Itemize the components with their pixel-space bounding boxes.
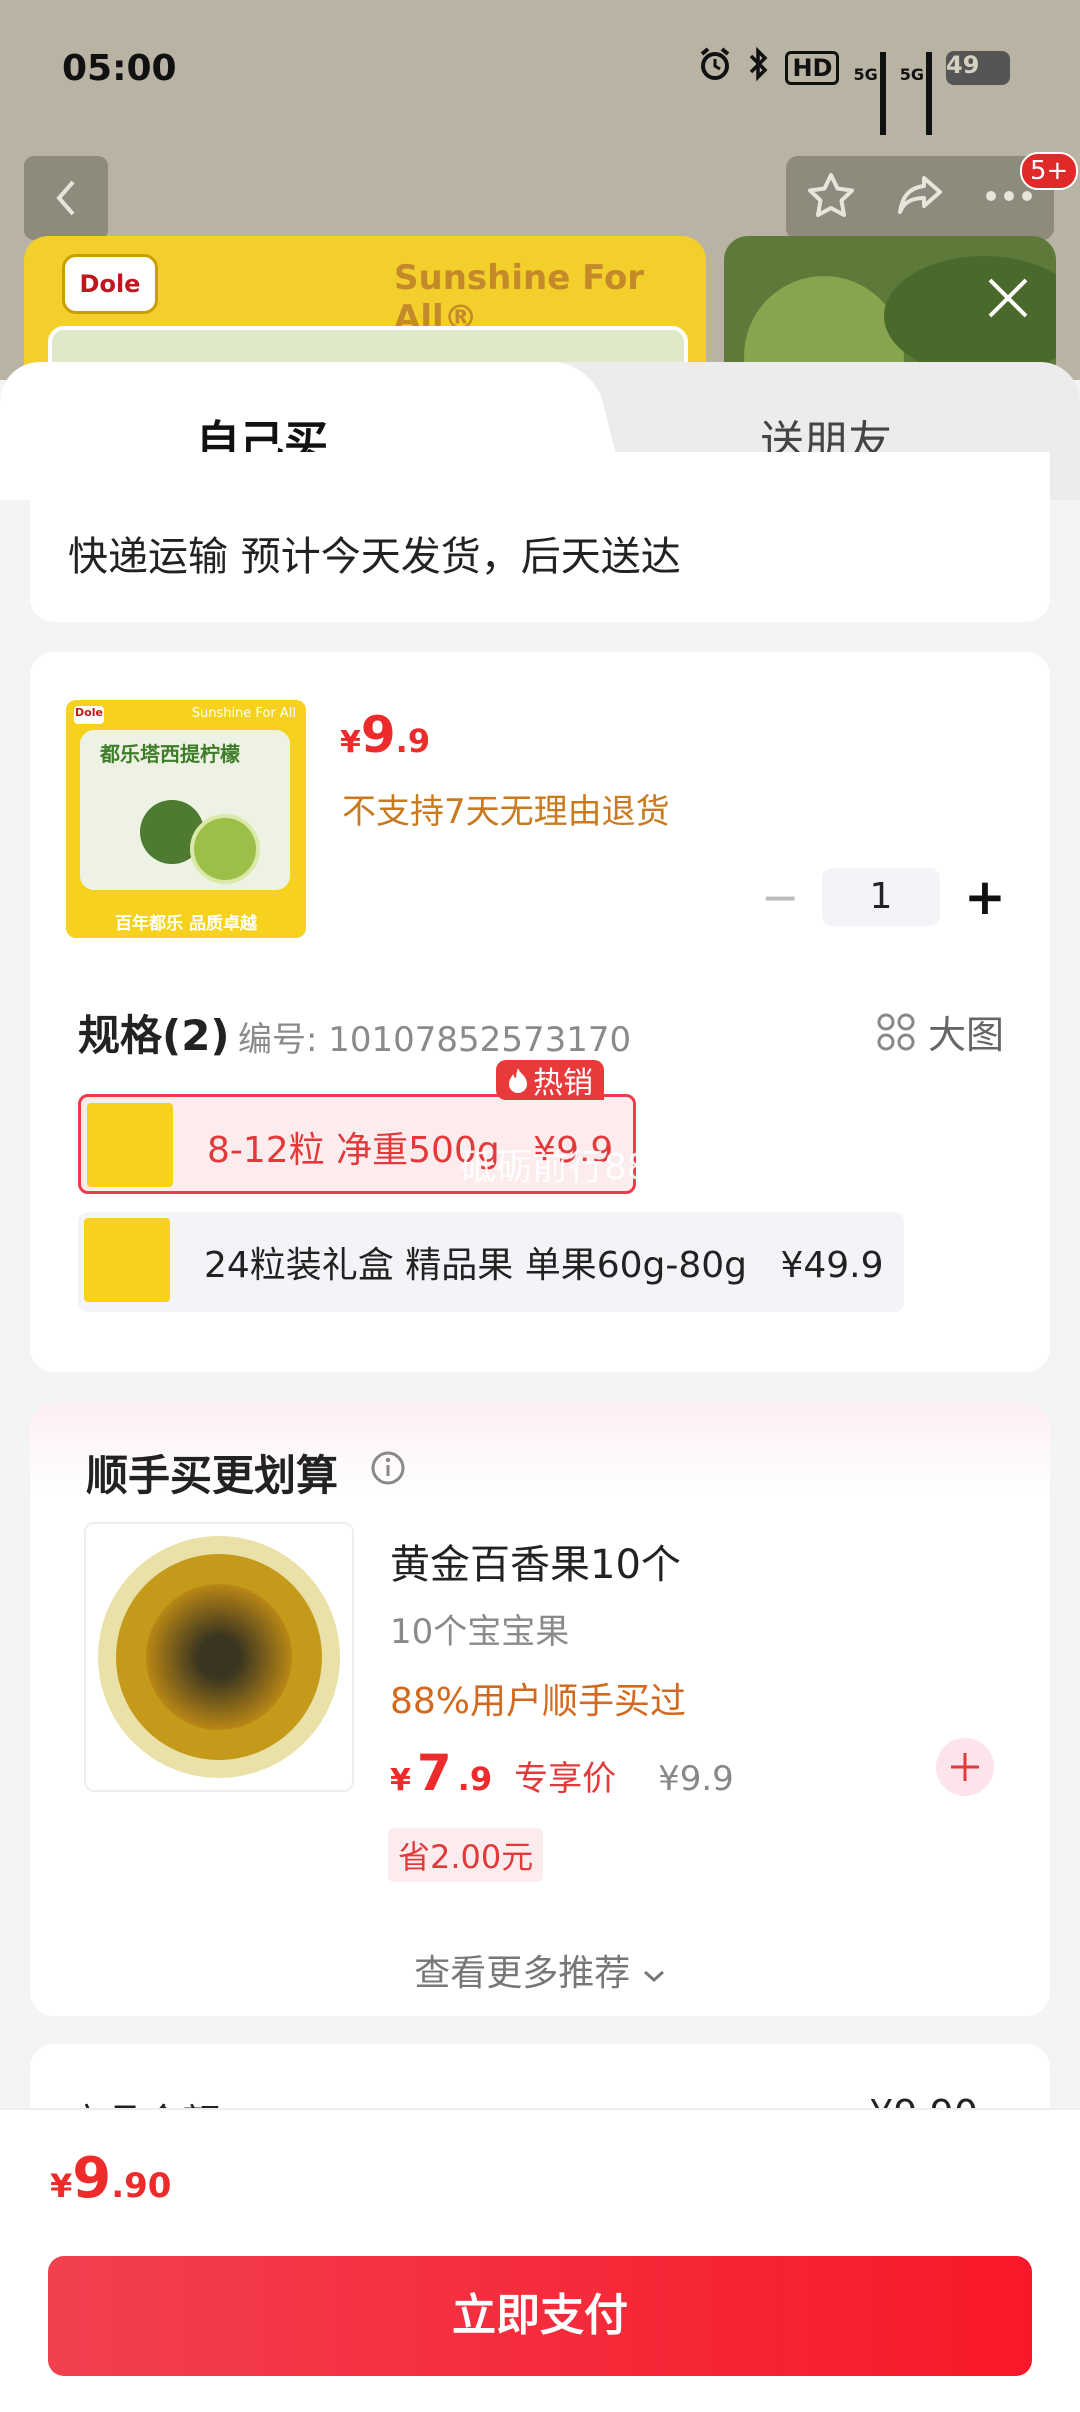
quantity-input[interactable]: 1 <box>822 868 940 926</box>
recommend-bought-text: 88%用户顺手买过 <box>390 1681 687 1722</box>
status-time: 05:00 <box>62 48 177 89</box>
background-page: 05:00 HD 5G 5G 49 5+ Dole Sunshine For A… <box>0 0 1080 380</box>
close-icon <box>988 278 1028 318</box>
return-policy: 不支持7天无理由退货 <box>342 792 670 832</box>
more-button[interactable] <box>983 186 1035 210</box>
product-banner: Dole Sunshine For All® <box>24 236 706 380</box>
spec-code: 编号: 10107852573170 <box>238 1020 632 1060</box>
option-price: ¥49.9 <box>780 1245 884 1286</box>
recommend-price: ¥ 7 .9 专享价 ¥9.9 <box>390 1744 734 1802</box>
big-image-button[interactable]: 大图 <box>876 1004 1004 1059</box>
product-card: Dole Sunshine For All 都乐塔西提柠檬 百年都乐 品质卓越 … <box>30 652 1050 1372</box>
add-recommend-button[interactable] <box>936 1738 994 1796</box>
recommend-title: 顺手买更划算 <box>86 1451 339 1500</box>
option-thumbnail <box>84 1218 170 1302</box>
bluetooth-icon <box>747 46 771 89</box>
purchase-sheet: 自己买 送朋友 快递运输 预计今天发货，后天送达 Dole Sunshine F… <box>0 362 1080 2412</box>
hot-badge: 热销 <box>496 1060 604 1101</box>
signal-icon: 5G <box>853 51 886 135</box>
plus-icon <box>951 1753 979 1781</box>
save-tag: 省2.00元 <box>388 1828 544 1882</box>
shipping-card: 快递运输 预计今天发货，后天送达 <box>30 452 1050 622</box>
shipping-text: 快递运输 预计今天发货，后天送达 <box>68 534 681 580</box>
hd-icon: HD <box>785 50 840 85</box>
brand-logo: Dole <box>62 254 158 314</box>
pay-now-button[interactable]: 立即支付 <box>48 2256 1032 2376</box>
info-icon[interactable] <box>370 1450 406 1486</box>
more-icon <box>986 191 1033 201</box>
quantity-minus-button[interactable]: − <box>760 862 800 932</box>
spec-option-2[interactable]: 24粒装礼盒 精品果 单果60g-80g ¥49.9 <box>78 1212 904 1312</box>
product-price: ¥ 9 .9 <box>340 706 431 764</box>
fire-icon <box>509 1068 527 1093</box>
spec-title: 规格(2) <box>78 1011 230 1060</box>
recommend-card: 顺手买更划算 黄金百香果10个 10个宝宝果 88%用户顺手买过 ¥ 7 .9 … <box>30 1404 1050 2016</box>
see-more-button[interactable]: 查看更多推荐 <box>30 1944 1050 1996</box>
original-price: ¥9.9 <box>658 1759 734 1799</box>
big-image-label: 大图 <box>927 1013 1004 1057</box>
recommend-name: 黄金百香果10个 <box>390 1542 681 1588</box>
notification-badge: 5+ <box>1020 152 1079 190</box>
share-button[interactable] <box>894 170 946 226</box>
option-thumbnail <box>87 1103 173 1187</box>
close-button[interactable] <box>980 270 1036 326</box>
share-icon <box>897 176 942 214</box>
option-label: 8-12粒 净重500g <box>207 1130 500 1171</box>
status-icons: HD 5G 5G 49 <box>697 46 1010 135</box>
alarm-icon <box>697 46 733 89</box>
favorite-button[interactable] <box>805 170 857 226</box>
checkout-bar: ¥ 9 .90 立即支付 <box>0 2108 1080 2412</box>
recommend-subtitle: 10个宝宝果 <box>390 1612 570 1652</box>
back-icon <box>56 180 75 216</box>
battery-icon: 49 <box>946 50 1010 85</box>
header-tools <box>786 156 1054 240</box>
product-thumbnail[interactable]: Dole Sunshine For All 都乐塔西提柠檬 百年都乐 品质卓越 <box>66 700 306 938</box>
star-icon <box>807 173 854 217</box>
grid-icon <box>877 1013 915 1050</box>
signal-icon-2: 5G <box>900 51 932 135</box>
status-bar: 05:00 HD 5G 5G 49 <box>0 0 1080 140</box>
exclusive-label: 专享价 <box>514 1759 617 1799</box>
total-price: ¥ 9 .90 <box>50 2146 172 2211</box>
recommend-thumbnail[interactable] <box>84 1522 354 1792</box>
back-button[interactable] <box>24 156 108 240</box>
watermark: 砥砺前行88 <box>460 1147 650 1188</box>
chevron-down-icon <box>643 1970 664 1983</box>
option-label: 24粒装礼盒 精品果 单果60g-80g <box>204 1245 748 1286</box>
thumb-logo: Dole <box>74 706 104 724</box>
quantity-plus-button[interactable]: + <box>958 864 1012 930</box>
